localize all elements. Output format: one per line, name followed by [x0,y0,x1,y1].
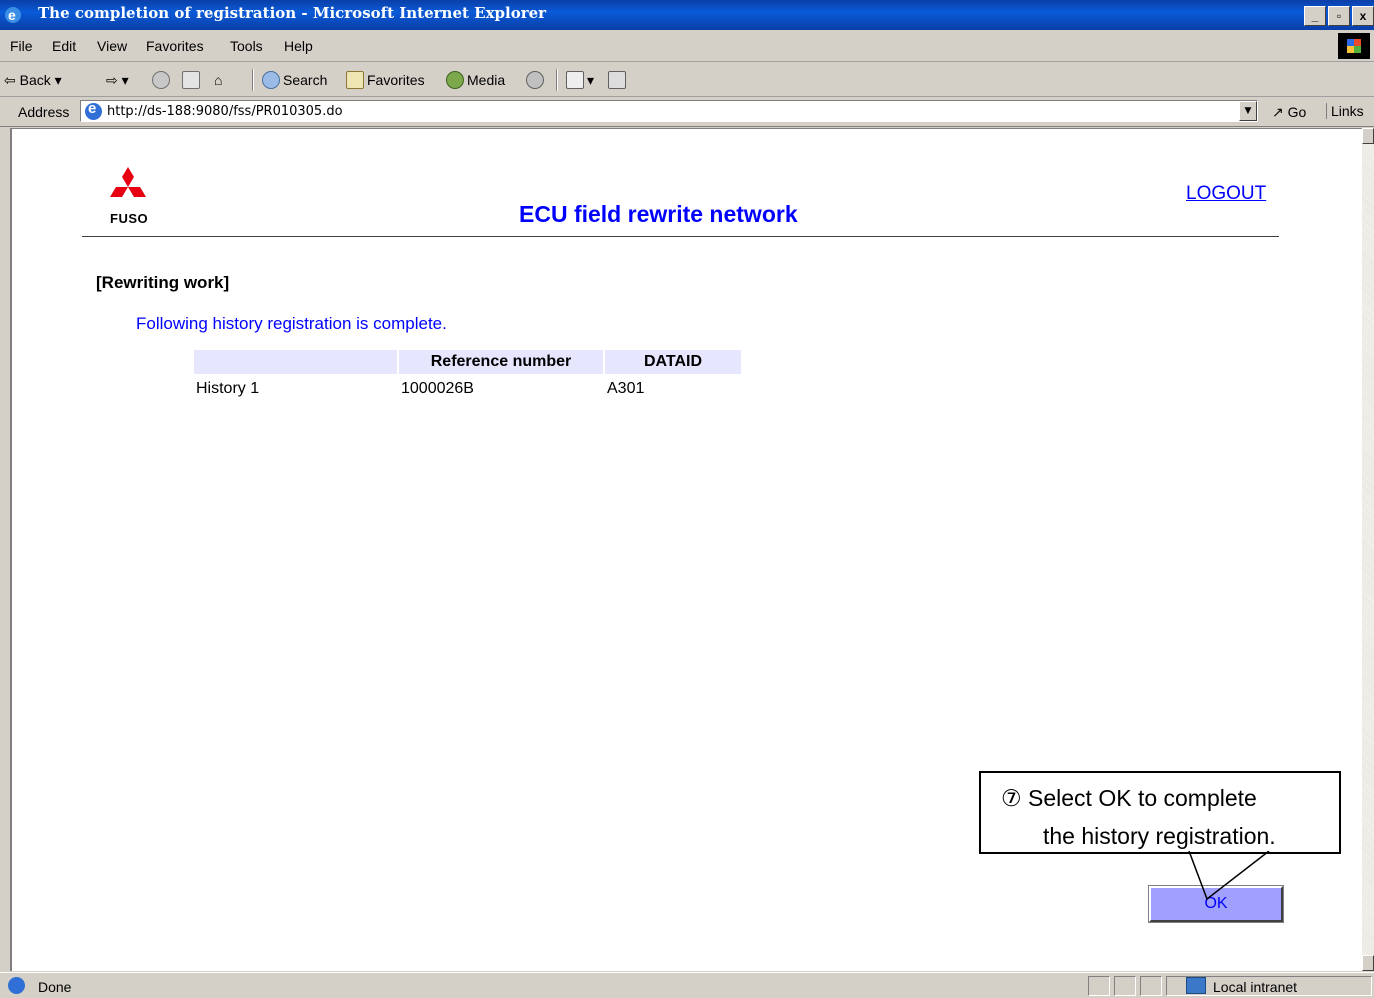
status-bar: Done Local intranet [0,972,1374,998]
instruction-callout: ⑦ Select OK to complete the history regi… [979,771,1341,854]
logo-text: FUSO [110,211,149,226]
print-button[interactable] [608,70,629,90]
vertical-scrollbar[interactable] [1362,128,1374,971]
go-arrow-icon: ↗ [1272,104,1288,120]
print-icon [608,71,626,89]
column-header: Reference number [399,350,603,374]
security-zone: Local intranet [1213,979,1298,995]
history-label-cell: History 1 [196,380,260,397]
minimize-button[interactable]: _ [1304,6,1326,26]
toolbar-separator [252,69,254,91]
windows-logo-icon [1338,33,1370,59]
search-icon [262,71,280,89]
status-panel [1114,976,1136,996]
close-button[interactable]: x [1352,6,1374,26]
window-title: The completion of registration - Microso… [38,4,547,22]
favorites-icon [346,71,364,89]
chevron-down-icon: ▾ [50,71,62,88]
home-icon: ⌂ [214,72,223,88]
callout-line-1: ⑦ Select OK to complete [1001,785,1257,811]
menu-bar: File Edit View Favorites Tools Help [0,30,1374,62]
table-header-row: Reference number DATAID [194,350,741,374]
menu-file[interactable]: File [10,38,33,54]
address-label: Address [18,104,70,120]
address-dropdown-button[interactable]: ▼ [1239,101,1257,121]
header-divider [82,236,1279,238]
maximize-button[interactable]: ▫ [1328,6,1350,26]
status-panel [1088,976,1110,996]
history-button[interactable] [526,70,547,90]
ie-icon: e [5,7,21,23]
history-icon [526,71,544,89]
stop-button[interactable] [152,70,173,90]
svg-text:e: e [8,7,16,23]
reference-number-cell: 1000026B [401,380,474,397]
refresh-button[interactable] [182,70,203,90]
callout-line-2: the history registration. [1043,823,1276,849]
menu-tools[interactable]: Tools [230,38,263,54]
media-button[interactable]: Media [446,70,505,90]
logout-link[interactable]: LOGOUT [1186,183,1266,205]
page-content: FUSO ECU field rewrite network LOGOUT [R… [10,128,1362,971]
mail-icon [566,71,584,89]
chevron-down-icon: ▾ [587,71,595,88]
refresh-icon [182,71,200,89]
mitsubishi-logo [110,167,146,197]
column-header [194,350,397,374]
completion-message: Following history registration is comple… [136,314,447,333]
toolbar-separator [556,69,558,91]
back-arrow-icon: ⇦ [4,71,20,88]
menu-help[interactable]: Help [284,38,313,54]
intranet-icon [1186,977,1206,994]
history-table: Reference number DATAID History 1 100002… [192,350,743,404]
back-button[interactable]: ⇦ Back ▾ [4,70,62,90]
table-row: History 1 1000026B A301 [194,374,741,404]
menu-favorites[interactable]: Favorites [146,38,204,54]
links-button[interactable]: Links [1326,103,1364,119]
go-button[interactable]: ↗ Go [1272,104,1306,121]
callout-pointer [1188,851,1270,901]
address-bar: Address http://ds-188:9080/fss/PR010305.… [0,97,1374,127]
page-icon [85,100,102,120]
search-button[interactable]: Search [262,70,327,90]
stop-icon [152,71,170,89]
forward-button[interactable]: ⇨ ▾ [106,70,129,90]
site-title: ECU field rewrite network [519,201,798,227]
dataid-cell: A301 [607,380,645,397]
address-input[interactable]: http://ds-188:9080/fss/PR010305.do ▼ [80,100,1258,122]
column-header: DATAID [605,350,741,374]
scroll-up-button[interactable] [1362,128,1374,144]
forward-arrow-icon: ⇨ ▾ [106,71,129,88]
home-button[interactable]: ⌂ [214,70,222,90]
menu-edit[interactable]: Edit [52,38,76,54]
scroll-down-button[interactable] [1362,955,1374,971]
toolbar: ⇦ Back ▾ ⇨ ▾ ⌂ Search Favorites Media ▾ [0,63,1374,97]
title-bar: e The completion of registration - Micro… [0,0,1374,30]
media-icon [446,71,464,89]
favorites-button[interactable]: Favorites [346,70,425,90]
mail-button[interactable]: ▾ [566,70,594,90]
status-panel [1140,976,1162,996]
page-done-icon [8,977,25,994]
address-url: http://ds-188:9080/fss/PR010305.do [107,104,343,119]
menu-view[interactable]: View [97,38,127,54]
status-text: Done [38,979,72,995]
window-controls: _ ▫ x [1302,6,1374,26]
section-heading: [Rewriting work] [96,273,230,292]
chevron-down-icon: ▼ [1244,106,1252,116]
